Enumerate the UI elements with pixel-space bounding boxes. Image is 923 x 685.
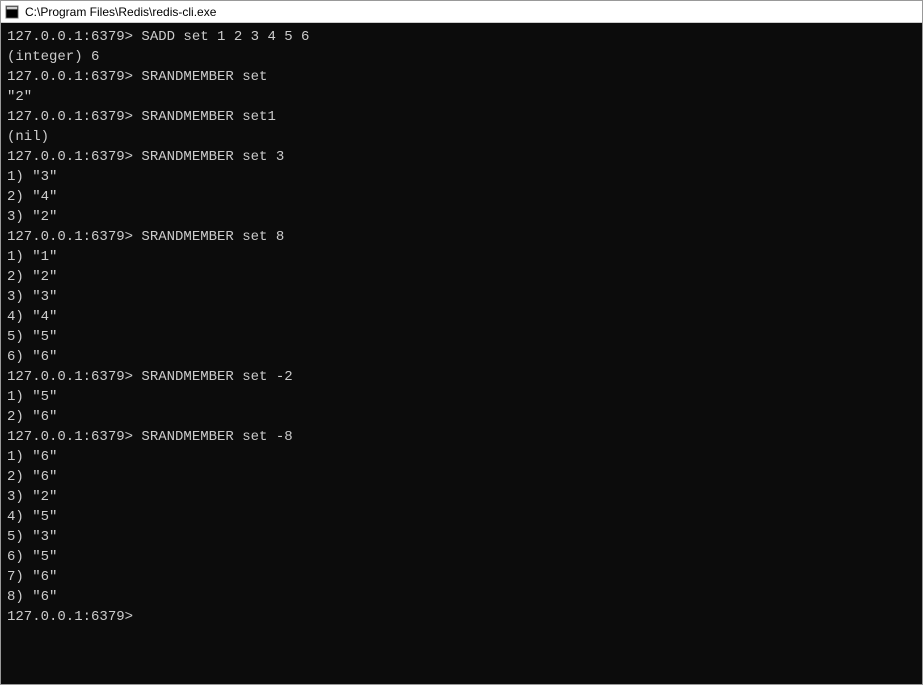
terminal-area[interactable]: 127.0.0.1:6379> SADD set 1 2 3 4 5 6(int…: [1, 23, 922, 684]
terminal-prompt: 127.0.0.1:6379>: [7, 607, 916, 627]
terminal-output-line: 2) "6": [7, 407, 916, 427]
app-icon: [5, 5, 19, 19]
console-window: C:\Program Files\Redis\redis-cli.exe 127…: [0, 0, 923, 685]
title-bar[interactable]: C:\Program Files\Redis\redis-cli.exe: [1, 1, 922, 23]
terminal-command-line: 127.0.0.1:6379> SRANDMEMBER set1: [7, 107, 916, 127]
terminal-output-line: 2) "4": [7, 187, 916, 207]
terminal-output-line: 3) "2": [7, 487, 916, 507]
terminal-output-line: 4) "5": [7, 507, 916, 527]
window-title: C:\Program Files\Redis\redis-cli.exe: [25, 5, 216, 19]
terminal-output-line: "2": [7, 87, 916, 107]
terminal-output-line: 5) "5": [7, 327, 916, 347]
terminal-output-line: 5) "3": [7, 527, 916, 547]
terminal-output-line: 1) "1": [7, 247, 916, 267]
terminal-command-line: 127.0.0.1:6379> SRANDMEMBER set 8: [7, 227, 916, 247]
terminal-output-line: 2) "2": [7, 267, 916, 287]
terminal-output-line: 1) "6": [7, 447, 916, 467]
terminal-output-line: 3) "3": [7, 287, 916, 307]
terminal-command-line: 127.0.0.1:6379> SRANDMEMBER set -8: [7, 427, 916, 447]
terminal-output-line: 8) "6": [7, 587, 916, 607]
terminal-output-line: 1) "5": [7, 387, 916, 407]
terminal-command-line: 127.0.0.1:6379> SRANDMEMBER set -2: [7, 367, 916, 387]
terminal-output-line: 3) "2": [7, 207, 916, 227]
terminal-output-line: 2) "6": [7, 467, 916, 487]
terminal-command-line: 127.0.0.1:6379> SRANDMEMBER set: [7, 67, 916, 87]
terminal-command-line: 127.0.0.1:6379> SADD set 1 2 3 4 5 6: [7, 27, 916, 47]
terminal-output-line: 6) "5": [7, 547, 916, 567]
terminal-output-line: 1) "3": [7, 167, 916, 187]
terminal-output-line: 6) "6": [7, 347, 916, 367]
terminal-output-line: 4) "4": [7, 307, 916, 327]
terminal-command-line: 127.0.0.1:6379> SRANDMEMBER set 3: [7, 147, 916, 167]
terminal-output-line: (integer) 6: [7, 47, 916, 67]
terminal-output-line: 7) "6": [7, 567, 916, 587]
terminal-output-line: (nil): [7, 127, 916, 147]
